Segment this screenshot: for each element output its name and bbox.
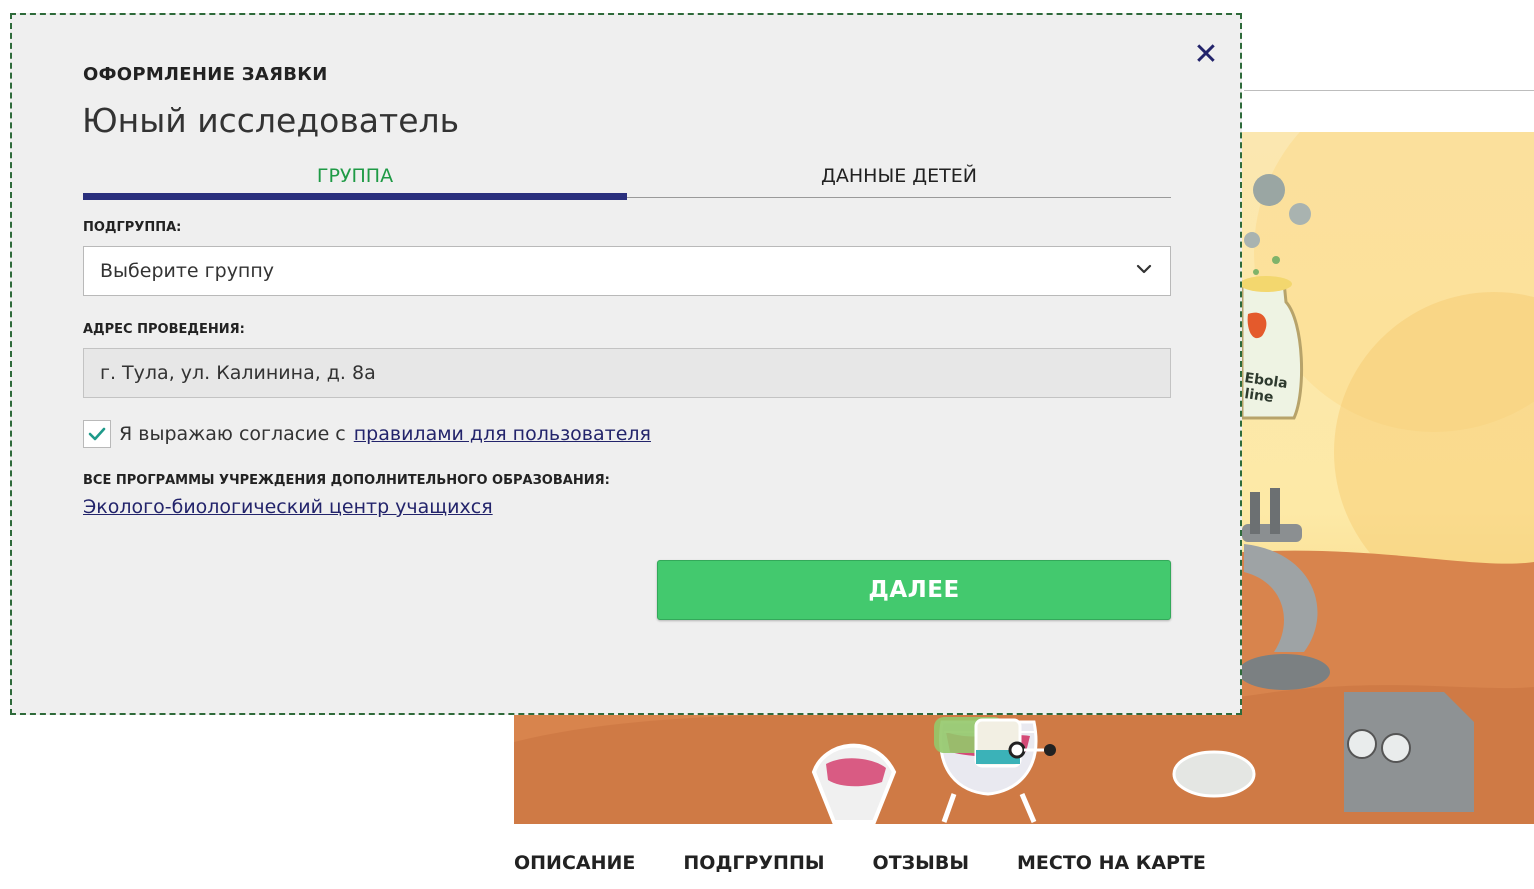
tab-map-location[interactable]: МЕСТО НА КАРТЕ <box>1017 852 1206 874</box>
chevron-down-icon <box>1136 264 1152 274</box>
tab-subgroups[interactable]: ПОДГРУППЫ <box>683 852 824 874</box>
consent-text: Я выражаю согласие с <box>119 423 346 445</box>
address-field: г. Тула, ул. Калинина, д. 8а <box>83 348 1171 398</box>
checkmark-icon <box>88 427 106 441</box>
close-icon[interactable]: ✕ <box>1190 39 1222 71</box>
subgroup-select[interactable]: Выберите группу <box>83 246 1171 296</box>
address-value: г. Тула, ул. Калинина, д. 8а <box>100 362 376 384</box>
address-label: АДРЕС ПРОВЕДЕНИЯ: <box>83 322 245 337</box>
user-rules-link[interactable]: правилами для пользователя <box>354 423 651 445</box>
modal-eyebrow: ОФОРМЛЕНИЕ ЗАЯВКИ <box>83 64 328 85</box>
tab-children-data[interactable]: ДАННЫЕ ДЕТЕЙ <box>627 165 1171 187</box>
subgroup-select-value: Выберите группу <box>100 260 275 282</box>
application-modal: ✕ ОФОРМЛЕНИЕ ЗАЯВКИ Юный исследователь Г… <box>10 13 1242 715</box>
tab-description[interactable]: ОПИСАНИЕ <box>514 852 635 874</box>
modal-title: Юный исследователь <box>82 101 460 140</box>
next-button[interactable]: ДАЛЕЕ <box>657 560 1171 620</box>
all-programs-label: ВСЕ ПРОГРАММЫ УЧРЕЖДЕНИЯ ДОПОЛНИТЕЛЬНОГО… <box>83 473 610 488</box>
consent-checkbox[interactable] <box>83 420 111 448</box>
step-tabs: ГРУППА ДАННЫЕ ДЕТЕЙ <box>83 161 1171 201</box>
step-progress-bar <box>83 193 627 200</box>
tab-group[interactable]: ГРУППА <box>83 165 627 187</box>
subgroup-label: ПОДГРУППА: <box>83 220 182 235</box>
consent-row: Я выражаю согласие с правилами для польз… <box>83 420 651 448</box>
page-section-tabs: ОПИСАНИЕ ПОДГРУППЫ ОТЗЫВЫ МЕСТО НА КАРТЕ <box>514 852 1206 874</box>
header-divider <box>1244 90 1534 91</box>
tab-reviews[interactable]: ОТЗЫВЫ <box>873 852 969 874</box>
organization-link[interactable]: Эколого-биологический центр учащихся <box>83 496 493 518</box>
